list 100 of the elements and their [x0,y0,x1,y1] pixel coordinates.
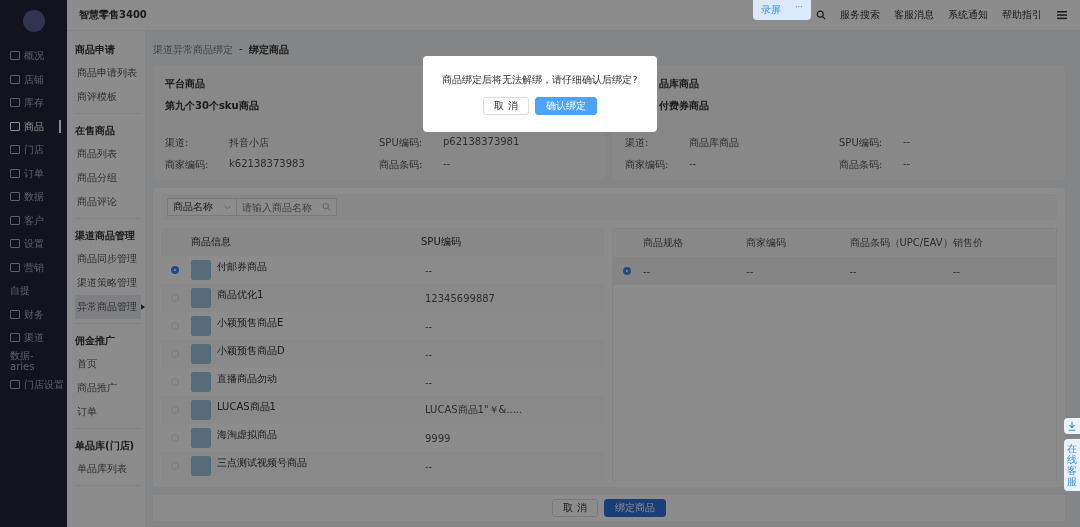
breadcrumb-current: 绑定商品 [248,43,289,57]
submenu-item[interactable]: 渠道策略管理 [75,271,141,295]
submenu-item[interactable]: 商品列表 [75,142,141,166]
photo-placeholder [191,344,211,364]
sidebar-item[interactable]: 数据 [0,185,67,209]
photo-placeholder [191,260,211,280]
photo-placeholder [191,428,211,448]
table-cell-text: -- [952,265,961,277]
table-cell-text: -- [643,265,652,277]
table-cell-text: 付邮券商品 [217,260,268,274]
column-header: 商品条码（UPC/EAV） [849,236,953,250]
column-header: 商家编码 [746,236,788,250]
field-value: p62138373981 [443,136,520,149]
sidebar-item[interactable]: 财务 [0,302,67,326]
submenu-item[interactable]: 商品评论 [75,190,141,214]
menu-icon[interactable] [1056,9,1068,21]
sidebar-item[interactable]: 库存 [0,91,67,115]
field-label: 渠道: [625,136,649,150]
field-value: k62138373983 [229,158,305,171]
field-value: -- [443,158,451,171]
photo-placeholder [191,288,211,308]
sidebar-item[interactable]: 门店 [0,138,67,162]
sidebar-item[interactable]: 客户 [0,208,67,232]
header-link[interactable]: 服务搜索 [840,8,880,22]
field-label: 商家编码: [165,158,209,172]
table-cell-text: 9999 [425,432,452,444]
confirm-button[interactable]: 确认绑定 [534,96,597,115]
photo-placeholder [191,316,211,336]
sidebar-item[interactable]: 门店设置 [0,373,67,397]
table-cell-text: 小颖预售商品E [217,316,285,330]
photo-placeholder [191,372,211,392]
cancel-button[interactable]: 取 消 [483,96,529,115]
table-cell-text: -- [746,265,755,277]
avatar[interactable] [23,10,45,32]
submenu-item[interactable]: 商品推广 [75,376,141,400]
field-label: SPU编码: [839,136,883,150]
sidebar-item[interactable]: 营销 [0,255,67,279]
submenu-item[interactable]: 订单 [75,400,141,424]
table-cell-text: -- [425,376,434,388]
field-label: 商品条码: [379,158,423,172]
sidebar-item[interactable]: 概况 [0,44,67,68]
header-link[interactable]: 帮助指引 [1002,8,1042,22]
field-value: -- [689,158,697,171]
field-value: 抖音小店 [229,136,269,150]
search-field[interactable]: 请输入商品名称 [237,198,337,216]
field-label: 渠道: [165,136,189,150]
field-value: 商品库商品 [689,136,739,150]
field-label: 商家编码: [625,158,669,172]
sidebar-item[interactable]: 渠道 [0,326,67,350]
download-button[interactable] [1064,418,1080,434]
submenu-heading: 渠道商品管理 [75,229,136,243]
header-link[interactable]: 系统通知 [948,8,988,22]
filter-select[interactable]: 商品名称 [167,198,237,216]
download-icon [1067,421,1077,431]
column-header: 商品信息 [190,235,232,249]
submenu-item[interactable]: 商评模板 [75,85,141,109]
bind-button[interactable]: 绑定商品 [603,499,666,517]
sidebar-item[interactable]: 店铺 [0,67,67,91]
dialog-message: 商品绑定后将无法解绑，请仔细确认后绑定? [442,73,638,87]
submenu-heading: 商品申请 [75,43,116,57]
product-name: 付费券商品 [659,99,709,113]
card-title: 平台商品 [165,77,205,91]
sidebar-item[interactable]: 数据-aries [0,349,67,373]
more-button[interactable]: ··· [795,3,803,17]
table-cell-text: 小颖预售商品D [217,344,286,358]
record-widget[interactable]: 录屏 ··· [753,0,811,20]
column-header: 销售价 [952,236,984,250]
header-link[interactable]: 客服消息 [894,8,934,22]
table-cell-text: -- [425,320,434,332]
app-title: 智慧零售3400 [79,8,147,22]
online-service-button[interactable]: 在线客服 [1064,439,1080,491]
submenu-item[interactable]: 商品分组 [75,166,141,190]
field-label: SPU编码: [379,136,423,150]
submenu-item[interactable]: 商品申请列表 [75,61,141,85]
card-title: 品库商品 [659,77,699,91]
product-name: 第九个30个sku商品 [165,99,259,113]
radio-button[interactable] [623,267,631,275]
cancel-button[interactable]: 取 消 [552,499,598,517]
sidebar-item[interactable]: 商品 [0,114,67,138]
record-label[interactable]: 录屏 [761,3,781,17]
photo-placeholder [191,400,211,420]
caret-icon [224,204,231,210]
sidebar-item[interactable]: 设置 [0,232,67,256]
table-cell-text: 商品优化1 [217,288,265,302]
sidebar-item[interactable]: 自提 [0,279,67,303]
field-value: -- [903,158,911,171]
sidebar-item[interactable]: 订单 [0,161,67,185]
submenu-heading: 在售商品 [75,124,116,138]
table-cell-text: 海淘虚拟商品 [217,428,278,442]
submenu-item[interactable]: 商品同步管理 [75,247,141,271]
table-cell-text: LUCAS商品1"￥&..... [425,403,524,417]
submenu-item[interactable]: 单品库列表 [75,457,141,481]
table-cell-text: 直播商品勿动 [217,372,278,386]
submenu-heading: 佣金推广 [75,334,116,348]
search-icon[interactable] [816,10,826,20]
submenu-item[interactable]: 首页 [75,352,141,376]
table-cell-text: 12345699887 [425,292,496,304]
radio-button[interactable] [171,266,179,274]
column-header: SPU编码 [421,235,462,249]
table-cell-text: -- [849,265,858,277]
